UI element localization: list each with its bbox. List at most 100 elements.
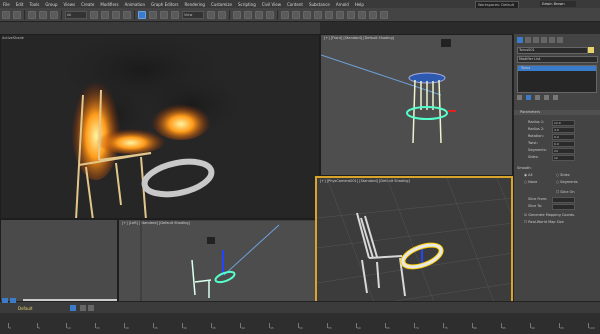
display-tab-icon[interactable] — [549, 37, 555, 43]
timeline-frame-label: 90 — [531, 326, 535, 330]
time-config-icon[interactable] — [70, 305, 76, 311]
radius2-spinner[interactable]: 3.0 — [552, 127, 575, 133]
menu-item-rendering[interactable]: Rendering — [182, 2, 208, 7]
user-account[interactable]: Edwin Brown — [540, 1, 576, 7]
remove-modifier-icon[interactable] — [544, 95, 549, 100]
stack-item-torus[interactable]: Torus — [518, 66, 596, 71]
percent-snap-icon[interactable] — [255, 10, 263, 19]
left-viewport[interactable]: [+] [Left] [Standard] [Default Shading] — [118, 219, 320, 310]
slice-to-spinner[interactable] — [552, 204, 575, 210]
menu-item-tools[interactable]: Tools — [26, 2, 42, 7]
layer-explorer-icon[interactable] — [314, 10, 322, 19]
object-name-field[interactable]: Torus001 — [517, 47, 588, 54]
align-icon[interactable] — [303, 10, 311, 19]
undo-icon[interactable] — [2, 10, 10, 19]
bind-space-warp-icon[interactable] — [50, 10, 58, 19]
menu-item-scripting[interactable]: Scripting — [235, 2, 259, 7]
render-production-icon[interactable] — [380, 10, 388, 19]
menu-item-arnold[interactable]: Arnold — [333, 2, 352, 7]
mirror-icon[interactable] — [292, 10, 300, 19]
smooth-none-radio[interactable]: ○ None — [524, 180, 537, 184]
reference-coordinate-dropdown[interactable]: View — [182, 10, 204, 19]
param-label: Segments: — [528, 148, 547, 152]
layer-icon[interactable] — [10, 298, 16, 303]
parameters-rollout-title[interactable]: Parameters — [514, 110, 600, 115]
radius1-spinner[interactable]: 12.0 — [552, 120, 575, 126]
toolbar-divider — [61, 9, 62, 20]
unlink-icon[interactable] — [39, 10, 47, 19]
generate-mapping-label: Generate Mapping Coords. — [528, 213, 576, 217]
curve-editor-icon[interactable] — [325, 10, 333, 19]
menu-item-customize[interactable]: Customize — [208, 2, 235, 7]
menu-item-civil-view[interactable]: Civil View — [259, 2, 284, 7]
smooth-segments-radio[interactable]: ○ Segments — [556, 180, 578, 184]
angle-snap-icon[interactable] — [244, 10, 252, 19]
redo-icon[interactable] — [13, 10, 21, 19]
link-icon[interactable] — [28, 10, 36, 19]
select-and-rotate-icon[interactable] — [149, 10, 157, 19]
stack-controls — [517, 95, 558, 100]
rotation-spinner[interactable]: 0.0 — [552, 134, 575, 140]
timeline-frame-label: 50 — [299, 326, 303, 330]
snaps-toggle-icon[interactable] — [233, 10, 241, 19]
modify-tab-icon[interactable] — [525, 37, 531, 43]
rendered-frame-window-icon[interactable] — [369, 10, 377, 19]
rectangular-selection-icon[interactable] — [112, 10, 120, 19]
menu-item-graph-editors[interactable]: Graph Editors — [148, 2, 181, 7]
select-manipulate-icon[interactable] — [218, 10, 226, 19]
menu-item-modifiers[interactable]: Modifiers — [97, 2, 121, 7]
menu-item-create[interactable]: Create — [78, 2, 97, 7]
object-color-swatch[interactable] — [588, 47, 594, 53]
perspective-viewport[interactable]: [+] [PhysCamera001] [Standard] [Default … — [315, 176, 513, 310]
make-unique-icon[interactable] — [535, 95, 540, 100]
menu-item-animation[interactable]: Animation — [122, 2, 148, 7]
play-icon[interactable] — [88, 305, 94, 311]
maxscript-listener-icon[interactable] — [2, 298, 8, 303]
pivot-center-icon[interactable] — [207, 10, 215, 19]
activeshade-render-window[interactable]: ActiveShade — [0, 34, 320, 219]
modifier-list-dropdown[interactable]: Modifier List — [517, 56, 598, 63]
front-viewport[interactable]: [+] [Front] [Standard] [Default Shading] — [320, 34, 513, 176]
schematic-view-icon[interactable] — [336, 10, 344, 19]
configure-sets-icon[interactable] — [553, 95, 558, 100]
timeline[interactable]: 0 5 10 15 20 25 30 35 40 45 50 55 60 65 70 75 80 85 90 95 10… — [0, 313, 600, 334]
top-viewport[interactable] — [0, 219, 118, 310]
show-end-result-icon[interactable] — [526, 95, 531, 100]
select-and-place-icon[interactable] — [171, 10, 179, 19]
select-and-scale-icon[interactable] — [160, 10, 168, 19]
smooth-sides-radio[interactable]: ○ Sides — [556, 173, 570, 177]
material-editor-icon[interactable] — [347, 10, 355, 19]
real-world-map-checkbox[interactable]: ☐ Real-World Map Size — [524, 220, 564, 224]
selection-filter-dropdown[interactable]: All — [65, 10, 87, 19]
render-setup-icon[interactable] — [358, 10, 366, 19]
menu-item-substance[interactable]: Substance — [306, 2, 333, 7]
generate-mapping-checkbox[interactable]: ☑ Generate Mapping Coords. — [524, 213, 575, 217]
named-selection-icon[interactable] — [281, 10, 289, 19]
spinner-snap-icon[interactable] — [266, 10, 274, 19]
menu-item-group[interactable]: Group — [42, 2, 60, 7]
menu-item-content[interactable]: Content — [284, 2, 306, 7]
select-by-name-icon[interactable] — [101, 10, 109, 19]
menu-item-views[interactable]: Views — [61, 2, 79, 7]
motion-tab-icon[interactable] — [541, 37, 547, 43]
menu-item-help[interactable]: Help — [352, 2, 367, 7]
segments-spinner[interactable]: 24 — [552, 148, 575, 154]
sides-spinner[interactable]: 12 — [552, 155, 575, 161]
param-label: Radius 1: — [528, 120, 545, 124]
timeline-frame-label: 85 — [502, 326, 506, 330]
slice-on-checkbox[interactable]: ☐ Slice On — [556, 190, 575, 194]
hierarchy-tab-icon[interactable] — [533, 37, 539, 43]
twist-spinner[interactable]: 0.0 — [552, 141, 575, 147]
menu-item-edit[interactable]: Edit — [13, 2, 27, 7]
window-crossing-icon[interactable] — [123, 10, 131, 19]
go-to-start-icon[interactable] — [80, 305, 86, 311]
smooth-all-radio[interactable]: ◉ All — [524, 173, 533, 177]
pin-stack-icon[interactable] — [517, 95, 522, 100]
create-tab-icon[interactable] — [517, 37, 523, 43]
slice-from-spinner[interactable] — [552, 197, 575, 203]
select-object-icon[interactable] — [90, 10, 98, 19]
utilities-tab-icon[interactable] — [557, 37, 563, 43]
timeline-frame-label: 70 — [415, 326, 419, 330]
select-and-move-icon[interactable] — [138, 10, 146, 19]
menu-item-file[interactable]: File — [0, 2, 13, 7]
